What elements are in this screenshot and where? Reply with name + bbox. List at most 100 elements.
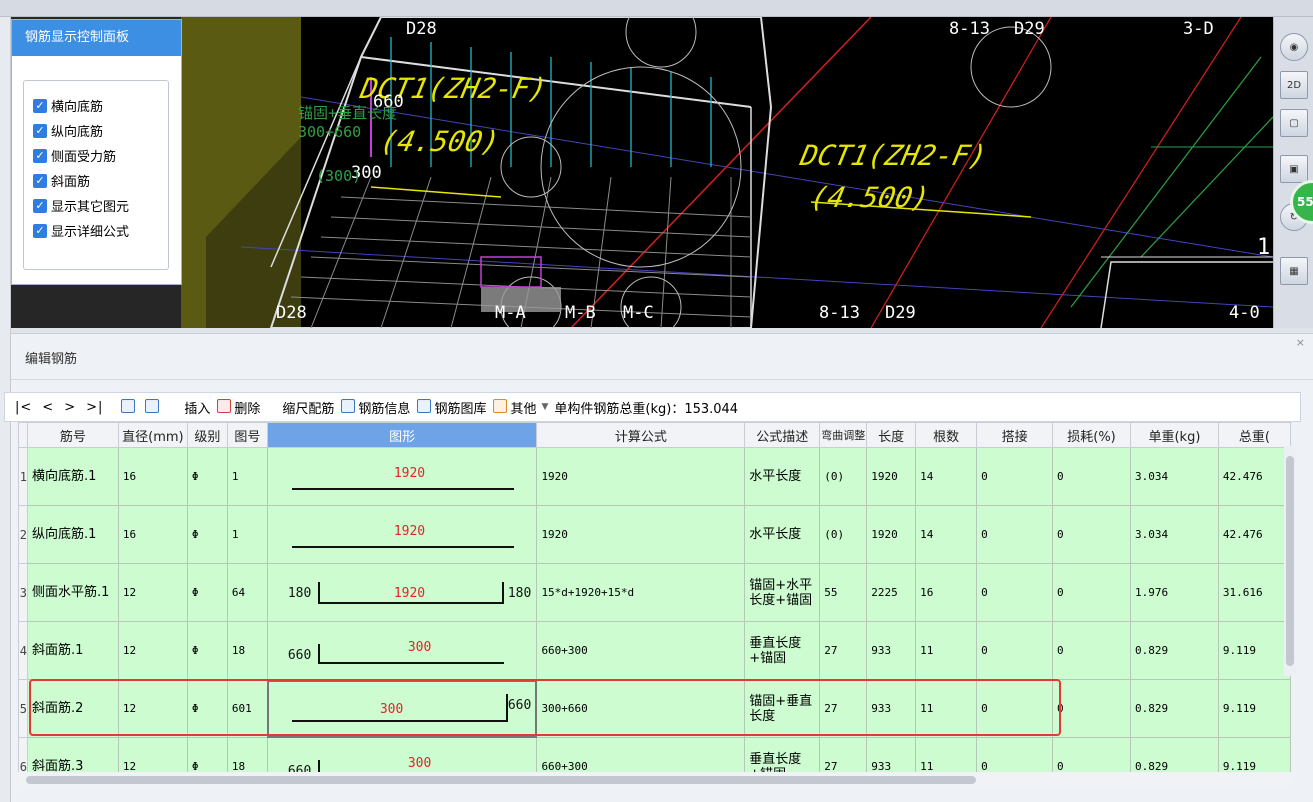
library-icon[interactable] — [417, 399, 432, 413]
option-side-stress[interactable]: ✓ 侧面受力筋 — [24, 143, 168, 168]
table-row[interactable]: 4 斜面筋.1 12 Φ 18 660 300 660+300 垂直长度+锚固 27 933 11 0 0… — [18, 621, 1291, 680]
option-longitudinal-bottom[interactable]: ✓ 纵向底筋 — [24, 118, 168, 143]
unit-weight-cell[interactable]: 0.829 — [1129, 621, 1219, 680]
col-header[interactable]: 根数 — [915, 422, 978, 448]
2d-view-icon[interactable]: 2D — [1280, 71, 1308, 99]
3d-viewport[interactable]: D28 8-13 D29 3-D DCT1(ZH2-F) (4.500) DCT… — [11, 17, 1273, 328]
move-up-icon[interactable] — [121, 399, 136, 413]
prev-record-button[interactable]: < — [42, 400, 54, 415]
table-row[interactable]: 3 侧面水平筋.1 12 Φ 64 180 1920 180 15*d+1920+15*d 锚固+… — [18, 563, 1291, 622]
total-weight-cell[interactable]: 9.119 — [1217, 737, 1291, 772]
formula-cell[interactable]: 1920 — [536, 505, 746, 564]
grade-cell[interactable]: Φ — [186, 505, 228, 564]
diameter-cell[interactable]: 12 — [117, 621, 188, 680]
next-record-button[interactable]: > — [64, 400, 76, 415]
col-header[interactable]: 搭接 — [976, 422, 1054, 448]
figure-number-cell[interactable]: 18 — [226, 737, 268, 772]
bar-name-cell[interactable]: 斜面筋.1 — [26, 621, 119, 680]
count-cell[interactable]: 16 — [915, 563, 978, 622]
table-row[interactable]: 1 横向底筋.1 16 Φ 1 1920 1920 水平长度 (0) 1920 14 0 0 3.034 4… — [18, 447, 1291, 506]
lap-cell[interactable]: 0 — [976, 563, 1054, 622]
unit-weight-cell[interactable]: 3.034 — [1129, 447, 1219, 506]
scale-rebar-button[interactable]: 缩尺配筋 — [282, 398, 334, 417]
checkbox-checked-icon[interactable]: ✓ — [33, 173, 47, 188]
bend-adjust-cell[interactable]: (0) — [819, 447, 868, 506]
total-weight-cell[interactable]: 42.476 — [1217, 447, 1291, 506]
count-cell[interactable]: 11 — [915, 737, 978, 772]
unit-weight-cell[interactable]: 3.034 — [1129, 505, 1219, 564]
formula-cell[interactable]: 300+660 — [536, 679, 746, 738]
figure-number-cell[interactable]: 1 — [226, 447, 268, 506]
bar-name-cell[interactable]: 斜面筋.3 — [26, 737, 119, 772]
front-view-icon[interactable]: ▢ — [1280, 109, 1308, 137]
count-cell[interactable]: 11 — [915, 621, 978, 680]
formula-cell[interactable]: 15*d+1920+15*d — [536, 563, 746, 622]
checkbox-checked-icon[interactable]: ✓ — [33, 148, 47, 163]
bar-name-cell[interactable]: 斜面筋.2 — [26, 679, 119, 738]
table-row[interactable]: 2 纵向底筋.1 16 Φ 1 1920 1920 水平长度 (0) 1920 14 0 0 3.034 4… — [18, 505, 1291, 564]
bar-name-cell[interactable]: 纵向底筋.1 — [26, 505, 119, 564]
figure-number-cell[interactable]: 64 — [226, 563, 268, 622]
length-cell[interactable]: 1920 — [866, 447, 917, 506]
formula-desc-cell[interactable]: 锚固+垂直长度 — [744, 679, 821, 738]
insert-button[interactable]: 插入 — [184, 398, 210, 417]
col-header[interactable]: 弯曲调整 — [819, 422, 868, 448]
shape-cell[interactable]: 180 1920 180 — [266, 563, 538, 622]
chevron-down-icon[interactable]: ▼ — [541, 402, 548, 412]
insert-icon[interactable] — [169, 399, 181, 413]
bar-name-cell[interactable]: 侧面水平筋.1 — [26, 563, 119, 622]
length-cell[interactable]: 2225 — [866, 563, 917, 622]
scroll-thumb[interactable] — [1286, 456, 1294, 666]
loss-cell[interactable]: 0 — [1052, 679, 1131, 738]
grade-cell[interactable]: Φ — [186, 737, 228, 772]
scale-icon[interactable] — [267, 399, 279, 413]
loss-cell[interactable]: 0 — [1052, 737, 1131, 772]
figure-number-cell[interactable]: 601 — [226, 679, 268, 738]
close-icon[interactable]: × — [1296, 336, 1305, 349]
shape-cell[interactable]: 1920 — [266, 505, 538, 564]
length-cell[interactable]: 933 — [866, 679, 917, 738]
formula-desc-cell[interactable]: 水平长度 — [744, 505, 821, 564]
shape-cell[interactable]: 1920 — [266, 447, 538, 506]
unit-weight-cell[interactable]: 0.829 — [1129, 737, 1219, 772]
formula-desc-cell[interactable]: 锚固+水平长度+锚固 — [744, 563, 821, 622]
figure-number-cell[interactable]: 18 — [226, 621, 268, 680]
rebar-info-button[interactable]: 钢筋信息 — [358, 398, 410, 417]
row-number[interactable]: 3 — [18, 563, 28, 622]
table-row[interactable]: 6斜面筋.312Φ18660300660+300垂直长度+锚固279331100… — [18, 737, 1291, 772]
col-header[interactable]: 单重(kg) — [1129, 422, 1219, 448]
sphere-icon[interactable]: ◉ — [1280, 33, 1308, 61]
count-cell[interactable]: 11 — [915, 679, 978, 738]
col-header-active[interactable]: 图形 — [266, 422, 538, 448]
option-transverse-bottom[interactable]: ✓ 横向底筋 — [24, 93, 168, 118]
col-header[interactable]: 损耗(%) — [1052, 422, 1131, 448]
info-icon[interactable] — [341, 399, 356, 413]
figure-number-cell[interactable]: 1 — [226, 505, 268, 564]
bend-adjust-cell[interactable]: (0) — [819, 505, 868, 564]
formula-cell[interactable]: 1920 — [536, 447, 746, 506]
checkbox-checked-icon[interactable]: ✓ — [33, 198, 47, 213]
col-header[interactable]: 总重( — [1217, 422, 1291, 448]
diameter-cell[interactable]: 12 — [117, 679, 188, 738]
diameter-cell[interactable]: 12 — [117, 737, 188, 772]
lap-cell[interactable]: 0 — [976, 621, 1054, 680]
unit-weight-cell[interactable]: 1.976 — [1129, 563, 1219, 622]
horizontal-scrollbar[interactable] — [18, 772, 1291, 788]
checkbox-checked-icon[interactable]: ✓ — [33, 223, 47, 238]
bend-adjust-cell[interactable]: 27 — [819, 737, 868, 772]
bar-name-cell[interactable]: 横向底筋.1 — [26, 447, 119, 506]
total-weight-cell[interactable]: 9.119 — [1217, 621, 1291, 680]
count-cell[interactable]: 14 — [915, 505, 978, 564]
total-weight-cell[interactable]: 42.476 — [1217, 505, 1291, 564]
other-button[interactable]: 其他 — [510, 398, 536, 417]
length-cell[interactable]: 1920 — [866, 505, 917, 564]
col-header[interactable]: 计算公式 — [536, 422, 746, 448]
count-cell[interactable]: 14 — [915, 447, 978, 506]
scroll-thumb[interactable] — [26, 776, 976, 784]
rebar-library-button[interactable]: 钢筋图库 — [434, 398, 486, 417]
col-header[interactable]: 级别 — [186, 422, 228, 448]
length-cell[interactable]: 933 — [866, 737, 917, 772]
iso-view-icon[interactable]: ▣ — [1280, 155, 1308, 183]
diameter-cell[interactable]: 16 — [117, 447, 188, 506]
row-number[interactable]: 1 — [18, 447, 28, 506]
